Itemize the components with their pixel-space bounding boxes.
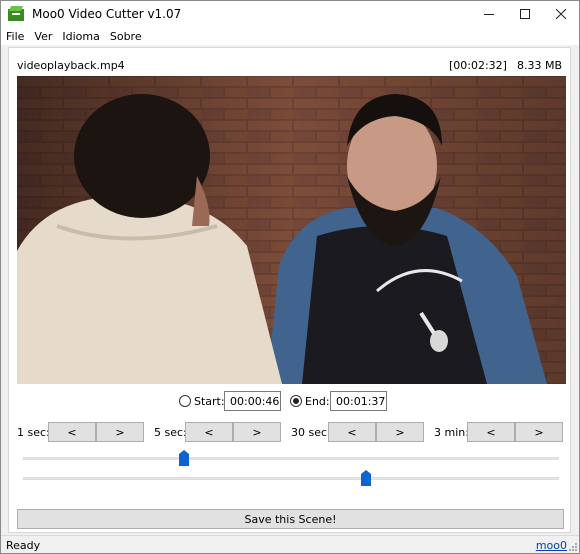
forward-1-sec-button[interactable]: > <box>96 422 144 442</box>
step-label-1-sec: 1 sec: <box>17 426 50 439</box>
forward-3-min-button[interactable]: > <box>515 422 563 442</box>
start-slider-thumb[interactable] <box>179 450 189 466</box>
end-slider[interactable] <box>23 470 559 486</box>
resize-grip-icon[interactable] <box>569 543 577 551</box>
start-slider-track[interactable] <box>23 457 559 460</box>
file-duration: [00:02:32] <box>448 59 507 72</box>
close-button[interactable] <box>543 1 579 27</box>
file-size: 8.33 MB <box>516 59 562 72</box>
back-1-sec-button[interactable]: < <box>48 422 96 442</box>
status-text: Ready <box>6 539 41 552</box>
end-label: End: <box>305 395 330 408</box>
back-5-sec-button[interactable]: < <box>185 422 233 442</box>
end-slider-thumb[interactable] <box>361 470 371 486</box>
end-time-field[interactable]: 00:01:37 <box>330 391 387 411</box>
moo0-film-icon <box>8 6 24 22</box>
menu-idioma[interactable]: Idioma <box>62 30 99 43</box>
range-row: Start: 00:00:46 End: 00:01:37 <box>9 391 570 411</box>
step-label-30-sec: 30 sec: <box>291 426 331 439</box>
start-label: Start: <box>194 395 225 408</box>
status-bar: Ready moo0 <box>1 535 579 553</box>
file-info: [00:02:32] 8.33 MB <box>449 59 562 72</box>
main-panel: videoplayback.mp4 [00:02:32] 8.33 MB Sta… <box>8 47 571 533</box>
menu-ver[interactable]: Ver <box>34 30 52 43</box>
video-preview[interactable] <box>17 76 566 384</box>
menu-sobre[interactable]: Sobre <box>110 30 142 43</box>
back-3-min-button[interactable]: < <box>467 422 515 442</box>
back-30-sec-button[interactable]: < <box>328 422 376 442</box>
client-area: videoplayback.mp4 [00:02:32] 8.33 MB Sta… <box>1 45 579 535</box>
minimize-icon <box>484 14 494 15</box>
menu-bar: File Ver Idioma Sobre <box>1 27 579 45</box>
step-label-3-min: 3 min: <box>434 426 469 439</box>
window-title: Moo0 Video Cutter v1.07 <box>32 7 182 21</box>
minimize-button[interactable] <box>471 1 507 27</box>
forward-30-sec-button[interactable]: > <box>376 422 424 442</box>
app-window: Moo0 Video Cutter v1.07 File Ver Idioma … <box>0 0 580 554</box>
close-icon <box>556 9 566 19</box>
maximize-button[interactable] <box>507 1 543 27</box>
save-scene-button[interactable]: Save this Scene! <box>17 509 564 529</box>
moo0-link[interactable]: moo0 <box>536 539 567 552</box>
file-name: videoplayback.mp4 <box>17 59 125 72</box>
start-slider[interactable] <box>23 450 559 466</box>
start-radio[interactable] <box>179 395 191 407</box>
menu-file[interactable]: File <box>6 30 24 43</box>
title-bar[interactable]: Moo0 Video Cutter v1.07 <box>1 1 579 27</box>
end-slider-track[interactable] <box>23 477 559 480</box>
forward-5-sec-button[interactable]: > <box>233 422 281 442</box>
step-controls: 1 sec: < > 5 sec: < > 30 sec: < > 3 min:… <box>9 422 570 442</box>
start-time-field[interactable]: 00:00:46 <box>224 391 281 411</box>
step-label-5-sec: 5 sec: <box>154 426 187 439</box>
maximize-icon <box>520 9 530 19</box>
end-radio[interactable] <box>290 395 302 407</box>
